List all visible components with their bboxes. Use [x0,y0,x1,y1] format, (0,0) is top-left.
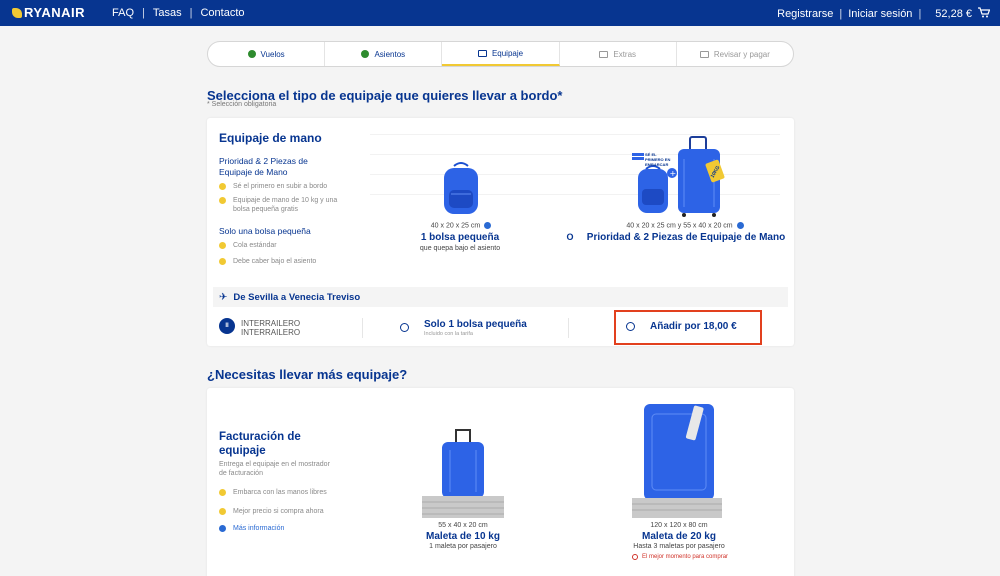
info-icon[interactable] [484,222,492,229]
check-icon [219,197,226,204]
priority-badge: SÉ EL PRIMERO EN EMBARCAR [645,152,671,167]
check-icon [219,242,226,249]
checked-feature: Embarca con las manos libres [219,488,327,497]
small-bag-dims: 40 x 20 x 25 cm [418,222,504,229]
check-icon [219,258,226,265]
account-nav: Registrarse | Iniciar sesión | 52,28 € [777,7,991,21]
more-info-link[interactable]: Más información [219,525,284,532]
login-link[interactable]: Iniciar sesión [848,8,912,20]
main-nav: FAQ | Tasas | Contacto [112,7,253,19]
svg-text:+: + [670,169,677,178]
top-bar: RYANAIR FAQ | Tasas | Contacto Registrarse… [0,0,1000,26]
nav-tasas[interactable]: Tasas [145,7,190,19]
luggage-icon [477,49,487,57]
required-note: * Selección obligatoria [207,101,277,108]
nav-contacto[interactable]: Contacto [192,7,252,19]
card-icon [699,50,709,58]
step-asientos[interactable]: Asientos [325,42,443,66]
priority-feature: Sé el primero en subir a bordo [219,182,339,191]
basket-price[interactable]: 52,28 € [935,8,972,20]
alert-icon [632,554,638,560]
info-icon[interactable] [736,222,744,229]
small-bag-name: 1 bolsa pequeña [420,232,500,243]
more-luggage-title: ¿Necesitas llevar más equipaje? [207,367,408,382]
bag10-name: Maleta de 10 kg [426,531,500,542]
step-revisar[interactable]: Revisar y pagar [677,42,793,66]
bag20-desc: Hasta 3 maletas por pasajero [633,543,725,550]
small-bag-desc: que quepa bajo el asiento [419,245,501,252]
route-label: De Sevilla a Venecia Treviso [233,291,361,303]
checked-feature: Mejor precio si compra ahora [219,507,324,516]
small-feature: Debe caber bajo el asiento [219,257,316,266]
register-link[interactable]: Registrarse [777,8,833,20]
hand-luggage-title: Equipaje de mano [219,131,322,145]
small-bag-radio[interactable] [400,323,409,332]
step-extras[interactable]: Extras [560,42,677,66]
booking-steps: Vuelos Asientos Equipaje Extras Revisar … [207,41,794,67]
priority-feature: Equipaje de mano de 10 kg y una bolsa pe… [219,196,339,214]
suitcase-20kg-icon [632,404,722,518]
plane-icon: ✈ [219,291,228,303]
priority-subtitle: Prioridad & 2 Piezas de Equipaje de Mano [219,156,308,177]
add-priority-label[interactable]: Añadir por 18,00 € [650,321,737,332]
extras-icon [599,50,609,58]
step-vuelos[interactable]: Vuelos [208,42,326,66]
checked-title: Facturación de equipaje [219,431,301,457]
step-equipaje[interactable]: Equipaje [442,42,560,66]
check-icon [247,50,256,58]
check-icon [219,183,226,190]
priority-dims: 40 x 20 x 25 cm y 55 x 40 x 20 cm [610,222,760,229]
route-bar: ✈ De Sevilla a Venecia Treviso [213,287,788,307]
suitcase-10kg-icon [422,429,504,518]
small-feature: Cola estándar [219,241,277,250]
priority-name: Prioridad & 2 Piezas de Equipaje de Mano [586,232,786,243]
best-time-warning: El mejor momento para comprar [632,554,728,560]
check-icon [361,50,370,58]
priority-bags-icon: + [632,136,725,217]
check-icon [219,489,226,496]
bag20-name: Maleta de 20 kg [642,531,716,542]
bag10-dims: 55 x 40 x 20 cm [438,522,488,529]
passenger-avatar: II [219,318,235,334]
bag10-desc: 1 maleta por pasajero [429,543,497,550]
harp-icon [12,7,22,18]
logo-text: RYANAIR [24,5,86,20]
small-bag-option-label[interactable]: Solo 1 bolsa pequeña [424,319,527,330]
bag20-dims: 120 x 120 x 80 cm [650,522,708,529]
add-priority-radio[interactable] [626,322,635,331]
check-icon [219,508,226,515]
cart-icon[interactable] [978,7,991,21]
or-separator: O [566,232,574,242]
nav-faq[interactable]: FAQ [112,7,142,19]
info-icon [219,525,226,532]
backpack-icon [444,162,478,214]
small-bag-option-sub: Incluido con la tarifa [424,331,473,337]
ryanair-logo[interactable]: RYANAIR [12,5,85,20]
small-bag-subtitle: Solo una bolsa pequeña [219,226,311,236]
passenger-name: INTERRAILERO INTERRAILERO [241,319,301,337]
checked-desc: Entrega el equipaje en el mostrador de f… [219,461,330,477]
